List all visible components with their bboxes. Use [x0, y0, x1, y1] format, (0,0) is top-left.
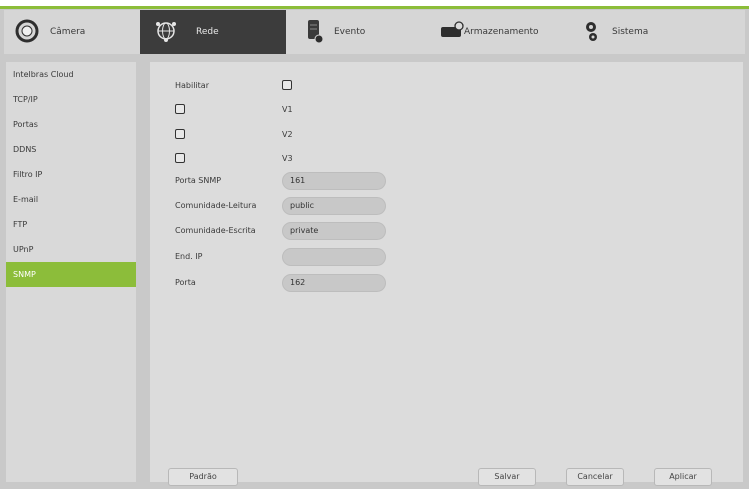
trap-port-input[interactable]: 162 [282, 274, 386, 292]
tab-camera-label: Câmera [50, 27, 86, 37]
write-community-input[interactable]: private [282, 222, 386, 240]
trap-port-label: Porta [175, 277, 196, 287]
read-community-input[interactable]: public [282, 197, 386, 215]
network-globe-icon [154, 19, 178, 46]
write-community-label: Comunidade-Escrita [175, 225, 256, 235]
v2-label: V2 [282, 129, 293, 139]
v2-row: V2 [175, 125, 293, 143]
sidebar-item-portas[interactable]: Portas [6, 112, 136, 137]
sidebar-item-ftp[interactable]: FTP [6, 212, 136, 237]
cancel-button[interactable]: Cancelar [566, 468, 624, 486]
sidebar-item-filtro-ip[interactable]: Filtro IP [6, 162, 136, 187]
tab-storage[interactable]: Armazenamento [428, 10, 578, 54]
v1-row: V1 [175, 100, 293, 118]
enable-label: Habilitar [175, 80, 209, 90]
tab-system-label: Sistema [612, 27, 649, 37]
snmp-port-input[interactable]: 161 [282, 172, 386, 190]
ip-address-input[interactable] [282, 248, 386, 266]
snmp-port-label: Porta SNMP [175, 175, 222, 185]
storage-icon [440, 20, 464, 44]
enable-checkbox[interactable] [282, 80, 292, 90]
sidebar-item-snmp[interactable]: SNMP [6, 262, 136, 287]
top-nav: Câmera Rede Evento Armazenamento Sistema [4, 10, 745, 54]
sidebar-item-ddns[interactable]: DDNS [6, 137, 136, 162]
tab-system[interactable]: Sistema [578, 10, 745, 54]
v1-checkbox[interactable] [175, 104, 185, 114]
v3-label: V3 [282, 153, 293, 163]
enable-row: Habilitar [175, 76, 292, 94]
camera-icon [14, 18, 40, 47]
tab-network-label: Rede [196, 27, 219, 37]
v2-checkbox[interactable] [175, 129, 185, 139]
system-gears-icon [584, 19, 606, 46]
sidebar-item-intelbras-cloud[interactable]: Intelbras Cloud [6, 62, 136, 87]
default-button[interactable]: Padrão [168, 468, 238, 486]
tab-event[interactable]: Evento [286, 10, 428, 54]
sidebar-item-tcp-ip[interactable]: TCP/IP [6, 87, 136, 112]
v3-row: V3 [175, 149, 293, 167]
save-button[interactable]: Salvar [478, 468, 536, 486]
sidebar-item-upnp[interactable]: UPnP [6, 237, 136, 262]
ip-address-label: End. IP [175, 251, 203, 261]
tab-network[interactable]: Rede [140, 10, 286, 54]
v3-checkbox[interactable] [175, 153, 185, 163]
apply-button[interactable]: Aplicar [654, 468, 712, 486]
top-accent-bar [0, 6, 749, 9]
tab-event-label: Evento [334, 27, 366, 37]
sidebar: Intelbras Cloud TCP/IP Portas DDNS Filtr… [6, 62, 136, 482]
snmp-settings-panel: Habilitar V1 V2 V3 Porta SNMP 161 Comuni… [150, 62, 743, 482]
event-icon [306, 18, 324, 47]
sidebar-item-email[interactable]: E-mail [6, 187, 136, 212]
tab-camera[interactable]: Câmera [4, 10, 140, 54]
read-community-label: Comunidade-Leitura [175, 200, 257, 210]
v1-label: V1 [282, 104, 293, 114]
tab-storage-label: Armazenamento [464, 27, 539, 37]
